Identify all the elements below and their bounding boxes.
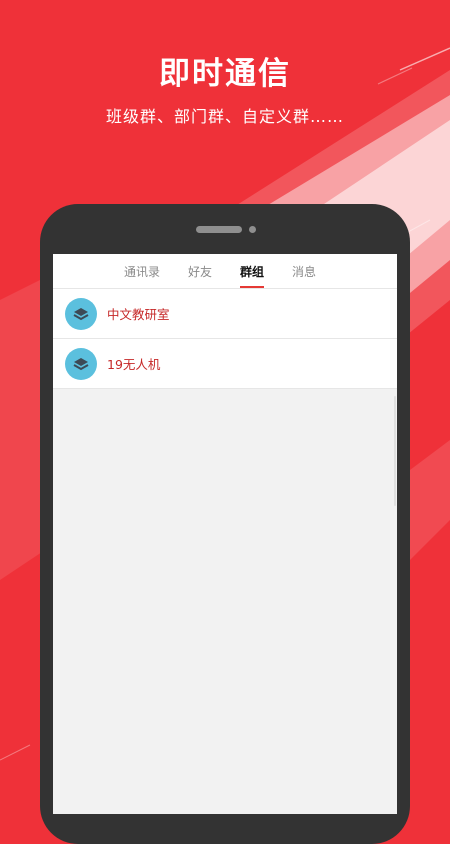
group-list-item[interactable]: 19无人机 — [53, 339, 397, 389]
layers-icon — [65, 297, 97, 330]
phone-camera — [249, 226, 256, 233]
phone-frame: 通讯录 好友 群组 消息 中文教研室 19无人机 — [40, 204, 410, 844]
phone-screen: 通讯录 好友 群组 消息 中文教研室 19无人机 — [53, 254, 397, 814]
tab-messages[interactable]: 消息 — [292, 257, 316, 286]
tab-friends[interactable]: 好友 — [188, 257, 212, 286]
layers-icon — [65, 347, 97, 380]
group-list-item[interactable]: 中文教研室 — [53, 289, 397, 339]
tab-bar: 通讯录 好友 群组 消息 — [53, 254, 397, 289]
scrollbar[interactable] — [394, 396, 396, 506]
tab-contacts[interactable]: 通讯录 — [124, 257, 160, 286]
group-name: 19无人机 — [107, 357, 161, 372]
hero-title: 即时通信 — [159, 56, 291, 92]
group-name: 中文教研室 — [107, 307, 170, 322]
phone-speaker — [196, 226, 242, 233]
tab-groups[interactable]: 群组 — [240, 257, 265, 288]
hero-subtitle: 班级群、部门群、自定义群…… — [105, 107, 344, 126]
